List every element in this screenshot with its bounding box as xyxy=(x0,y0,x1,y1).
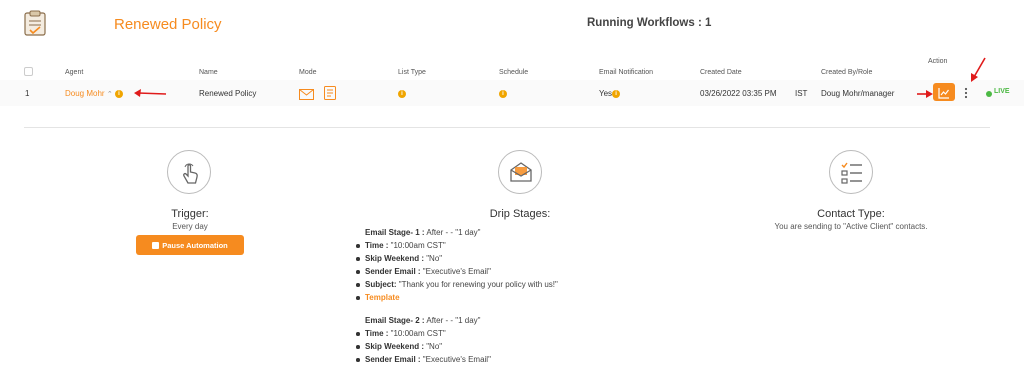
column-header-agent: Agent xyxy=(65,69,84,76)
list-type-info[interactable]: i xyxy=(398,89,406,98)
trigger-icon-circle xyxy=(167,150,211,194)
info-icon[interactable]: i xyxy=(499,89,507,98)
skip-weekend-value: "No" xyxy=(423,254,443,263)
skip-weekend-value: "No" xyxy=(423,342,443,351)
sender-email-label: Sender Email : xyxy=(365,355,421,364)
kebab-icon[interactable] xyxy=(964,86,968,99)
column-header-created-date: Created Date xyxy=(700,69,742,76)
annotation-arrow xyxy=(971,57,986,82)
list-type-icon[interactable] xyxy=(324,86,336,105)
column-header-schedule: Schedule xyxy=(499,69,529,76)
timezone: IST xyxy=(795,89,808,98)
list-item: Skip Weekend : "No" xyxy=(356,340,491,353)
envelope-icon[interactable] xyxy=(299,87,314,105)
subject-value: "Thank you for renewing your policy with… xyxy=(396,280,558,289)
created-date: 03/26/2022 03:35 PM xyxy=(700,89,777,98)
checklist-icon xyxy=(841,161,863,190)
skip-weekend-label: Skip Weekend : xyxy=(365,254,424,263)
info-icon[interactable]: i xyxy=(114,89,123,98)
stage-1-label: Email Stage- 1 : xyxy=(365,228,425,237)
select-all-checkbox[interactable] xyxy=(24,67,33,76)
drip-stage-1: Email Stage- 1 : After - - "1 day" Time … xyxy=(356,226,558,304)
email-notification-value: Yes xyxy=(599,89,613,98)
skip-weekend-label: Skip Weekend : xyxy=(365,342,424,351)
list-item: Sender Email : "Executive's Email" xyxy=(356,353,491,366)
schedule-info[interactable]: i xyxy=(499,89,507,98)
template-link[interactable]: Template xyxy=(365,293,400,302)
contact-icon-circle xyxy=(829,150,873,194)
column-header-created-by: Created By/Role xyxy=(821,69,873,76)
stage-2-after: After - - "1 day" xyxy=(424,316,481,325)
pause-automation-button[interactable]: Pause Automation xyxy=(136,235,244,255)
subject-label: Subject: xyxy=(365,280,397,289)
column-header-mode: Mode xyxy=(299,69,317,76)
stage-2-label: Email Stage- 2 : xyxy=(365,316,425,325)
live-status-label: LIVE xyxy=(994,88,1010,95)
time-label: Time : xyxy=(365,241,389,250)
time-label: Time : xyxy=(365,329,389,338)
list-item: Time : "10:00am CST" xyxy=(356,239,558,252)
trigger-frequency: Every day xyxy=(172,222,208,231)
trigger-title: Trigger: xyxy=(171,208,209,220)
stage-2-header: Email Stage- 2 : After - - "1 day" xyxy=(365,314,491,327)
stage-1-after: After - - "1 day" xyxy=(424,228,481,237)
annotation-arrow xyxy=(917,90,933,98)
divider xyxy=(24,127,990,128)
column-header-email-notification: Email Notification xyxy=(599,69,654,76)
list-item: Template xyxy=(356,291,558,304)
contact-type-description: You are sending to "Active Client" conta… xyxy=(774,222,928,231)
touch-icon xyxy=(179,161,201,190)
drip-stages-title: Drip Stages: xyxy=(489,208,551,220)
email-notification-cell: Yes i xyxy=(599,89,621,98)
clipboard-logo-icon xyxy=(24,10,46,36)
pause-icon xyxy=(152,241,160,249)
page-title: Renewed Policy xyxy=(114,16,222,33)
list-item: Time : "10:00am CST" xyxy=(356,327,491,340)
column-header-list-type: List Type xyxy=(398,69,426,76)
sender-email-label: Sender Email : xyxy=(365,267,421,276)
list-item: Sender Email : "Executive's Email" xyxy=(356,265,558,278)
list-item: Skip Weekend : "No" xyxy=(356,252,558,265)
stage-1-header: Email Stage- 1 : After - - "1 day" xyxy=(365,226,558,239)
list-item: Subject: "Thank you for renewing your po… xyxy=(356,278,558,291)
sender-email-value: "Executive's Email" xyxy=(420,355,491,364)
action-column-header: Action xyxy=(928,58,948,65)
chevron-up-icon[interactable]: ⌃ xyxy=(107,91,113,98)
sender-email-value: "Executive's Email" xyxy=(420,267,491,276)
created-by: Doug Mohr/manager xyxy=(821,89,895,98)
annotation-arrow xyxy=(134,89,167,97)
workflow-name: Renewed Policy xyxy=(199,89,257,98)
drip-stage-2: Email Stage- 2 : After - - "1 day" Time … xyxy=(356,314,491,366)
agent-cell[interactable]: Doug Mohr ⌃ i xyxy=(65,89,123,98)
drip-icon-circle xyxy=(498,150,542,194)
row-index: 1 xyxy=(25,89,30,98)
info-icon[interactable]: i xyxy=(612,89,621,98)
info-icon[interactable]: i xyxy=(398,89,406,98)
column-header-name: Name xyxy=(199,69,218,76)
open-envelope-icon xyxy=(510,162,532,187)
live-status-dot xyxy=(986,91,992,97)
view-chart-button[interactable] xyxy=(933,83,955,101)
pause-automation-label: Pause Automation xyxy=(162,240,228,250)
running-workflows-count: Running Workflows : 1 xyxy=(587,17,712,29)
chart-icon xyxy=(938,86,950,104)
agent-name-link[interactable]: Doug Mohr xyxy=(65,89,105,98)
time-value: "10:00am CST" xyxy=(388,241,446,250)
contact-type-title: Contact Type: xyxy=(817,208,885,220)
time-value: "10:00am CST" xyxy=(388,329,446,338)
